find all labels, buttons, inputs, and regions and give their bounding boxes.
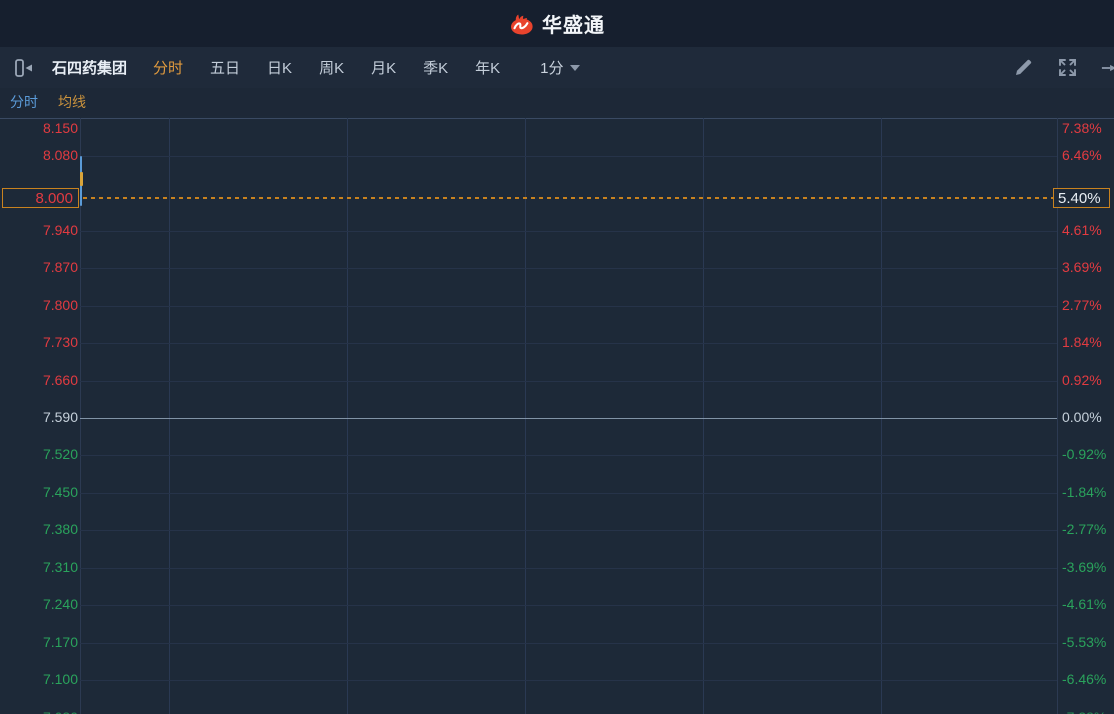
price-axis-label: 7.520 [42,446,78,462]
percent-axis-label: 4.61% [1062,222,1102,238]
price-axis-label: 8.150 [42,120,78,136]
horizontal-gridline [80,455,1057,456]
percent-axis-label: -2.77% [1062,521,1107,537]
percent-axis-label: -1.84% [1062,484,1107,500]
fullscreen-icon[interactable] [1057,58,1077,78]
vertical-gridline [703,118,704,714]
horizontal-gridline [80,156,1057,157]
percent-axis-label: 6.46% [1062,147,1102,163]
tab-季K[interactable]: 季K [423,57,448,78]
horizontal-gridline [80,268,1057,269]
kline-interval-label: 1分 [540,60,564,77]
price-axis-label: 7.170 [42,634,78,650]
price-axis-label: 8.080 [42,147,78,163]
current-price-dotted-line [83,197,1057,199]
percent-axis-label: -7.38% [1062,710,1106,714]
current-change-box: 5.40% [1053,188,1110,208]
horizontal-gridline [80,381,1057,382]
plot-left-border [80,118,81,714]
plot-top-border [0,118,1114,119]
price-axis-label: 7.450 [42,484,78,500]
percent-axis-label: -4.61% [1062,596,1107,612]
legend-item-price-line[interactable]: 分时 [10,92,38,112]
panel-expand-icon[interactable] [1101,58,1114,78]
vertical-gridline [525,118,526,714]
app-brand: 华盛通 [509,9,605,38]
percent-axis-label: -5.53% [1062,634,1107,650]
horizontal-gridline [80,680,1057,681]
vertical-gridline [347,118,348,714]
tab-月K[interactable]: 月K [371,57,396,78]
horizontal-gridline [80,306,1057,307]
legend-item-avg-line[interactable]: 均线 [58,92,86,112]
avg-line [80,172,83,186]
horizontal-gridline [80,605,1057,606]
horizontal-gridline [80,643,1057,644]
horizontal-gridline [80,530,1057,531]
percent-axis-label: 1.84% [1062,334,1102,350]
price-axis-label: 7.730 [42,334,78,350]
price-axis-label: 7.940 [42,222,78,238]
prev-close-line [80,418,1057,419]
minute-chart[interactable]: 8.150 7.38% 8.080 6.46% 7.940 4.61% 7.870 3.69%… [0,116,1114,714]
toolbar-right-icons [1013,58,1114,78]
percent-axis-label: 0.00% [1062,409,1102,425]
tab-年K[interactable]: 年K [475,57,500,78]
price-axis-label: 7.800 [42,297,78,313]
tab-周K[interactable]: 周K [319,57,344,78]
price-axis-label: 7.310 [42,559,78,575]
percent-axis-label: 0.92% [1062,372,1102,388]
collapse-left-icon[interactable] [14,58,34,78]
horizontal-gridline [80,343,1057,344]
price-axis-label: 7.590 [42,409,78,425]
percent-axis-label: 7.38% [1062,120,1102,136]
percent-axis-label: 3.69% [1062,259,1102,275]
price-axis-label: 7.870 [42,259,78,275]
chevron-down-icon [570,64,581,71]
tab-日K[interactable]: 日K [267,57,292,78]
chart-legend-bar: 分时 均线 [0,88,1114,116]
flame-logo-icon [509,12,535,36]
tab-分时[interactable]: 分时 [153,57,183,78]
price-axis-label: 7.660 [42,372,78,388]
chart-toolbar: 石四药集团 分时 五日 日K 周K 月K 季K 年K 1分 [0,47,1114,88]
period-tabs: 分时 五日 日K 周K 月K 季K 年K [153,57,500,78]
percent-axis-label: 2.77% [1062,297,1102,313]
tab-五日[interactable]: 五日 [210,57,240,78]
horizontal-gridline [80,568,1057,569]
percent-axis-label: -0.92% [1062,446,1107,462]
horizontal-gridline [80,493,1057,494]
price-axis-label: 7.240 [42,596,78,612]
price-axis-label: 7.380 [42,521,78,537]
app-title: 华盛通 [542,15,605,37]
current-price-box: 8.000 [2,188,79,208]
price-axis-label: 7.100 [42,671,78,687]
vertical-gridline [169,118,170,714]
top-title-bar: 华盛通 [0,0,1114,47]
kline-interval-selector[interactable]: 1分 [540,57,581,78]
price-axis-label: 7.030 [43,710,78,714]
stock-name: 石四药集团 [52,60,128,77]
percent-axis-label: -6.46% [1062,671,1107,687]
percent-axis-label: -3.69% [1062,559,1107,575]
horizontal-gridline [80,231,1057,232]
pencil-icon[interactable] [1013,58,1033,78]
vertical-gridline [881,118,882,714]
